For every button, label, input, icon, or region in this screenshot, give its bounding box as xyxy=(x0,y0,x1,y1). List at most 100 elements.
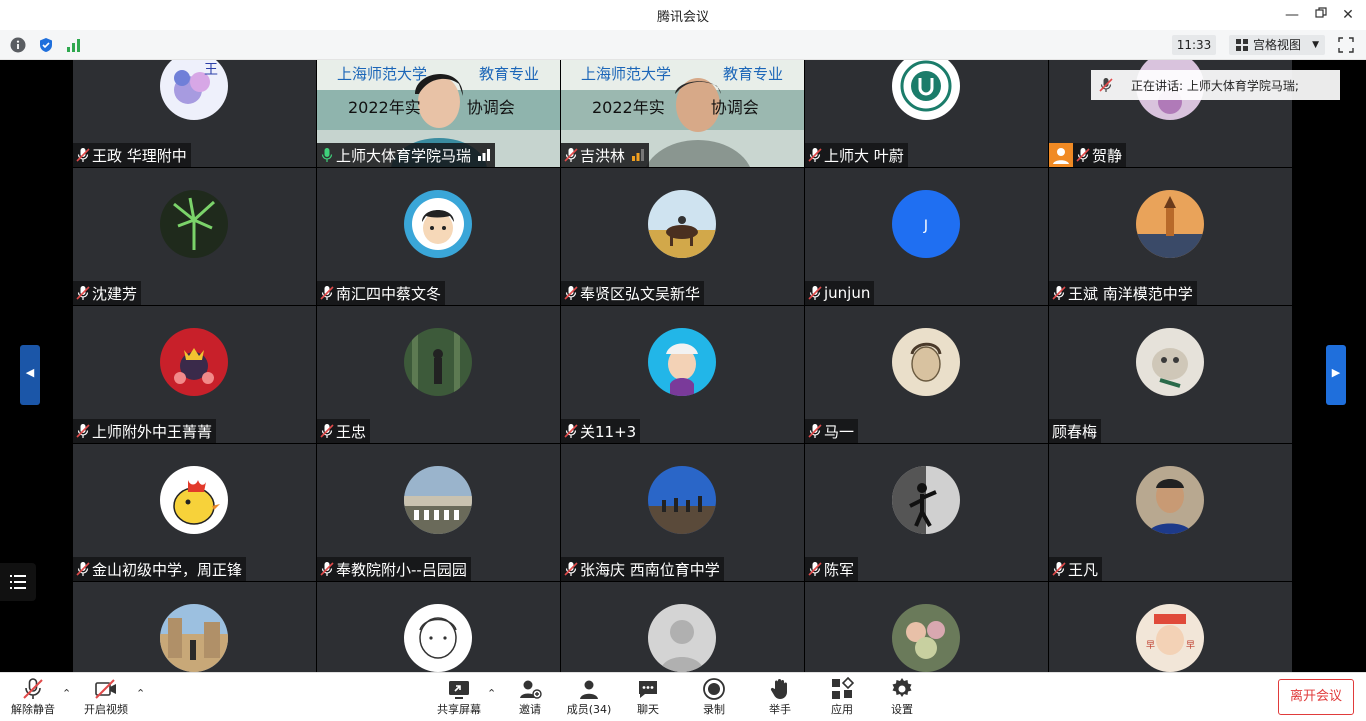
invite-button[interactable]: 邀请 xyxy=(512,675,548,719)
mic-muted-icon xyxy=(76,148,90,162)
participant-tile[interactable]: 金山初级中学，周正锋 xyxy=(73,444,316,581)
participant-tile[interactable] xyxy=(317,582,560,672)
participant-tile[interactable]: 上师附外中王菁菁 xyxy=(73,306,316,443)
next-page-button[interactable]: ▶ xyxy=(1326,345,1346,405)
window-title: 腾讯会议 xyxy=(656,10,709,25)
participant-name: 张海庆 西南位育中学 xyxy=(580,560,720,579)
fullscreen-icon[interactable] xyxy=(1338,37,1354,53)
participant-list-toggle[interactable] xyxy=(0,563,36,601)
record-button[interactable]: 录制 xyxy=(696,675,732,719)
raise-hand-button[interactable]: 举手 xyxy=(762,675,798,719)
chevron-down-icon: ▼ xyxy=(1312,40,1319,50)
participant-tile[interactable]: 王忠 xyxy=(317,306,560,443)
participant-tile[interactable]: 马一 xyxy=(805,306,1048,443)
start-video-button[interactable]: 开启视频 xyxy=(82,675,130,719)
participant-tile[interactable] xyxy=(805,582,1048,672)
participant-nameplate: 南汇四中蔡文冬 xyxy=(317,281,446,305)
gallery-view: 王 王政 华理附中 上海师范大学 教育专业 2022年实 协调会 上师大体育学院马瑞 xyxy=(0,60,1366,672)
speaking-indicator: 正在讲话: 上师大体育学院马瑞; xyxy=(1091,70,1340,100)
participant-nameplate: 张海庆 西南位育中学 xyxy=(561,557,724,581)
chat-label: 聊天 xyxy=(637,703,659,716)
raise-hand-label: 举手 xyxy=(769,703,791,716)
info-icon[interactable] xyxy=(10,37,26,53)
participant-name: 贺静 xyxy=(1092,146,1123,165)
participant-name: 王忠 xyxy=(336,422,367,441)
svg-text:早: 早 xyxy=(1146,640,1155,651)
share-screen-button[interactable]: 共享屏幕 xyxy=(434,675,484,719)
avatar xyxy=(648,466,716,534)
record-icon xyxy=(703,678,725,700)
shield-icon[interactable] xyxy=(38,37,54,53)
participant-tile[interactable]: 关11+3 xyxy=(561,306,804,443)
participant-nameplate: 奉教院附小--吕园园 xyxy=(317,557,471,581)
members-button[interactable]: 成员(34) xyxy=(564,675,614,719)
chat-button[interactable]: 聊天 xyxy=(630,675,666,719)
chevron-up-icon[interactable]: ⌃ xyxy=(487,687,496,700)
restore-icon[interactable] xyxy=(1311,6,1331,24)
participant-nameplate: 陈军 xyxy=(805,557,859,581)
participant-tile[interactable]: 上师大 叶蔚 xyxy=(805,60,1048,167)
participant-tile[interactable]: 张海庆 西南位育中学 xyxy=(561,444,804,581)
mic-muted-icon xyxy=(1052,562,1066,576)
participant-tile[interactable]: 陈军 xyxy=(805,444,1048,581)
participant-tile[interactable]: 王 王政 华理附中 xyxy=(73,60,316,167)
participant-tile[interactable] xyxy=(73,582,316,672)
svg-text:早: 早 xyxy=(1186,640,1195,651)
participant-name: 王政 华理附中 xyxy=(92,146,187,165)
participant-tile[interactable]: 南汇四中蔡文冬 xyxy=(317,168,560,305)
participant-tile[interactable]: 早早 xyxy=(1049,582,1292,672)
participant-nameplate: 吉洪林 xyxy=(561,143,650,167)
participant-video-tile[interactable]: 上海师范大学 教育专业 2022年实 协调会 上师大体育学院马瑞 xyxy=(317,60,560,167)
participant-tile[interactable]: 沈建芳 xyxy=(73,168,316,305)
participant-tile[interactable]: 奉贤区弘文吴新华 xyxy=(561,168,804,305)
participant-tile[interactable] xyxy=(561,582,804,672)
participant-nameplate: 王斌 南洋模范中学 xyxy=(1049,281,1197,305)
avatar xyxy=(160,328,228,396)
mic-muted-icon xyxy=(808,148,822,162)
participant-tile[interactable]: 王斌 南洋模范中学 xyxy=(1049,168,1292,305)
avatar xyxy=(892,604,960,672)
close-icon[interactable]: ✕ xyxy=(1338,6,1358,24)
participant-name: 上师大体育学院马瑞 xyxy=(336,146,472,165)
minimize-icon[interactable]: — xyxy=(1282,6,1302,24)
gear-icon xyxy=(892,678,912,697)
previous-page-button[interactable]: ◀ xyxy=(20,345,40,405)
apps-button[interactable]: 应用 xyxy=(824,675,860,719)
chevron-up-icon[interactable]: ⌃ xyxy=(136,687,145,700)
speaking-text: 正在讲话: 上师大体育学院马瑞; xyxy=(1131,79,1299,93)
avatar xyxy=(160,466,228,534)
view-mode-dropdown[interactable]: 宫格视图 ▼ xyxy=(1229,35,1325,55)
chevron-right-icon: ▶ xyxy=(1331,366,1341,379)
network-signal-icon[interactable] xyxy=(66,37,82,53)
participant-video-tile[interactable]: 上海师范大学 教育专业 2022年实 协调会 吉洪林 xyxy=(561,60,804,167)
settings-button[interactable]: 设置 xyxy=(884,675,920,719)
network-signal-icon xyxy=(478,149,491,161)
avatar xyxy=(892,328,960,396)
hand-icon xyxy=(770,679,787,699)
mic-muted-icon xyxy=(1076,148,1090,162)
mic-muted-icon xyxy=(808,286,822,300)
mic-active-icon xyxy=(321,148,333,162)
avatar xyxy=(1136,328,1204,396)
mic-muted-icon xyxy=(564,562,578,576)
leave-meeting-button[interactable]: 离开会议 xyxy=(1278,679,1354,715)
participant-tile[interactable]: 王凡 xyxy=(1049,444,1292,581)
participant-name: 陈军 xyxy=(824,560,855,579)
invite-label: 邀请 xyxy=(519,703,541,716)
chevron-up-icon[interactable]: ⌃ xyxy=(62,687,71,700)
mic-muted-icon xyxy=(76,424,90,438)
participant-tile[interactable]: J junjun xyxy=(805,168,1048,305)
participant-name: junjun xyxy=(824,284,871,302)
participant-name: 南汇四中蔡文冬 xyxy=(336,284,442,303)
mic-muted-icon xyxy=(808,562,822,576)
participant-name: 王斌 南洋模范中学 xyxy=(1068,284,1193,303)
participant-tile[interactable]: 奉教院附小--吕园园 xyxy=(317,444,560,581)
avatar xyxy=(160,604,228,672)
unmute-button[interactable]: 解除静音 xyxy=(10,675,56,719)
participant-tile[interactable]: 顾春梅 xyxy=(1049,306,1292,443)
avatar: J xyxy=(892,190,960,258)
mic-muted-icon xyxy=(564,424,578,438)
avatar xyxy=(1136,190,1204,258)
svg-text:王: 王 xyxy=(204,62,218,78)
share-screen-label: 共享屏幕 xyxy=(437,703,481,716)
